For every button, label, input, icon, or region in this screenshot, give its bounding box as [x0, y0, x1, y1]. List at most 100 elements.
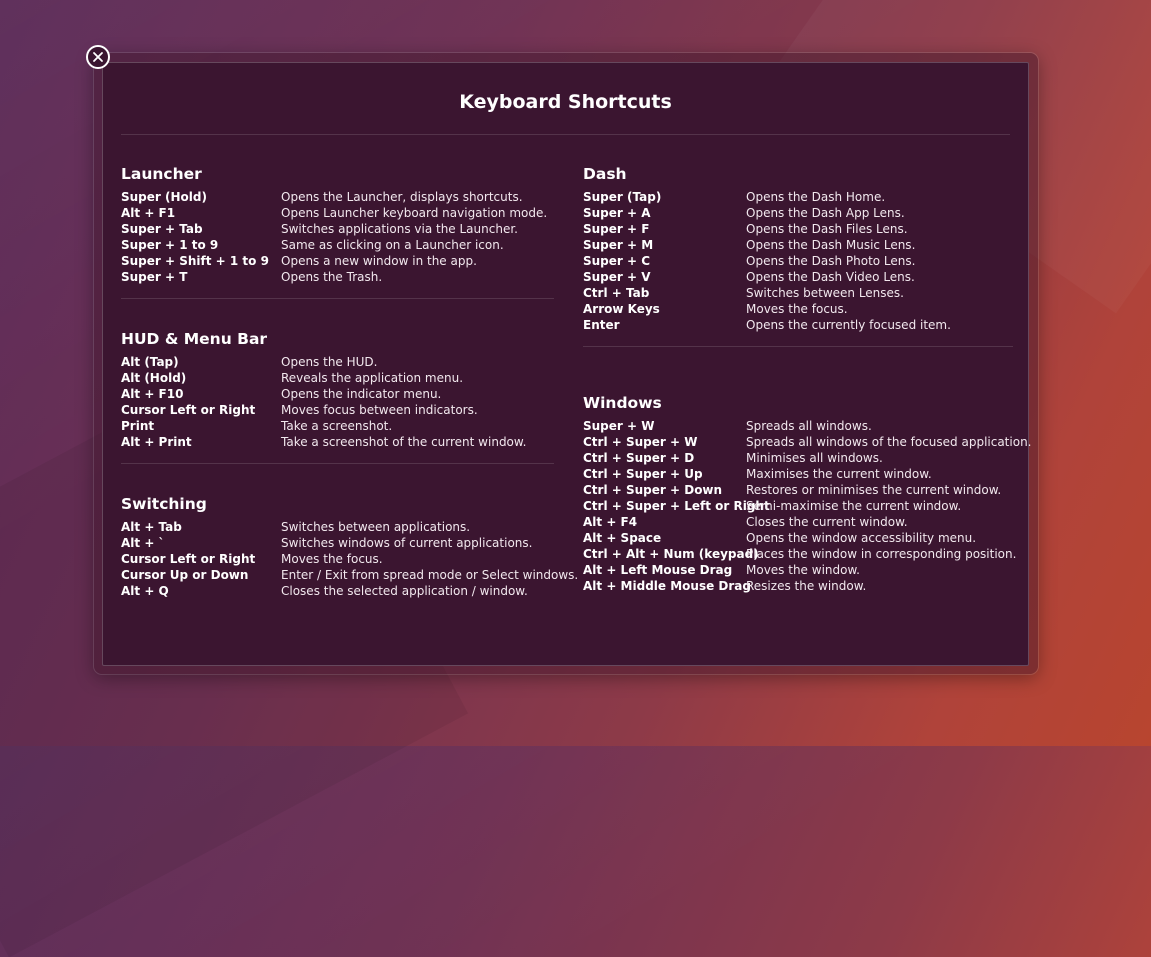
shortcut-row: Alt + Middle Mouse Drag Resizes the windo… — [583, 578, 1013, 594]
shortcut-desc: Resizes the window. — [746, 579, 867, 593]
shortcut-row: Cursor Up or Down Enter / Exit from sprea… — [121, 567, 578, 583]
shortcut-row: Super + M Opens the Dash Music Lens. — [583, 237, 1013, 253]
shortcut-row: Super + F Opens the Dash Files Lens. — [583, 221, 1013, 237]
shortcut-desc: Opens the HUD. — [281, 355, 378, 369]
shortcut-row: Super + Tab Switches applications via the… — [121, 221, 554, 237]
shortcut-row: Alt + Tab Switches between applications. — [121, 519, 554, 535]
shortcut-row: Arrow Keys Moves the focus. — [583, 301, 1013, 317]
shortcut-desc: Restores or minimises the current window… — [746, 483, 1002, 497]
shortcut-desc: Opens the Dash Home. — [746, 190, 886, 204]
shortcut-key: Cursor Left or Right — [121, 552, 256, 566]
left-column: Launcher Super (Hold) Opens the Launcher,… — [121, 159, 578, 599]
shortcut-list: Super (Hold) Opens the Launcher, displays… — [121, 189, 554, 285]
shortcut-key: Ctrl + Super + D — [583, 451, 695, 465]
section-title: HUD & Menu Bar — [121, 330, 268, 348]
shortcut-row: Ctrl + Alt + Num (keypad) Places the wind… — [583, 546, 1017, 562]
shortcut-desc: Take a screenshot. — [281, 419, 393, 433]
shortcut-row: Super + Shift + 1 to 9 Opens a new window… — [121, 253, 554, 269]
shortcut-desc: Opens the Dash Files Lens. — [746, 222, 908, 236]
shortcut-key: Super + F — [583, 222, 650, 236]
shortcut-row: Cursor Left or Right Moves the focus. — [121, 551, 554, 567]
section-title: Switching — [121, 495, 207, 513]
shortcut-key: Alt (Tap) — [121, 355, 179, 369]
divider — [121, 463, 554, 464]
shortcut-key: Ctrl + Tab — [583, 286, 650, 300]
shortcut-key: Alt + Middle Mouse Drag — [583, 579, 751, 593]
shortcut-desc: Moves the window. — [746, 563, 860, 577]
shortcut-key: Super + Shift + 1 to 9 — [121, 254, 269, 268]
shortcut-row: Ctrl + Super + W Spreads all windows of t… — [583, 434, 1032, 450]
shortcut-desc: Opens Launcher keyboard navigation mode. — [281, 206, 548, 220]
shortcut-row: Super + V Opens the Dash Video Lens. — [583, 269, 1013, 285]
shortcut-desc: Opens the indicator menu. — [281, 387, 442, 401]
shortcut-key: Alt + Print — [121, 435, 192, 449]
shortcut-row: Print Take a screenshot. — [121, 418, 554, 434]
shortcut-row: Super + W Spreads all windows. — [583, 418, 1013, 434]
shortcut-row: Alt (Tap) Opens the HUD. — [121, 354, 554, 370]
shortcut-list: Super (Tap) Opens the Dash Home. Super + … — [583, 189, 1013, 333]
section-windows: Windows Super + W Spreads all windows. Ct… — [583, 388, 1032, 594]
section-title: Launcher — [121, 165, 202, 183]
shortcut-key: Ctrl + Super + Left or Right — [583, 499, 770, 513]
shortcut-desc: Closes the current window. — [746, 515, 908, 529]
shortcut-key: Super + C — [583, 254, 651, 268]
shortcut-desc: Same as clicking on a Launcher icon. — [281, 238, 504, 252]
section-dash: Dash Super (Tap) Opens the Dash Home. Sup… — [583, 159, 1013, 333]
shortcut-key: Super + V — [583, 270, 651, 284]
shortcut-key: Super (Hold) — [121, 190, 207, 204]
section-switching: Switching Alt + Tab Switches between appl… — [121, 489, 578, 599]
shortcut-desc: Spreads all windows of the focused appli… — [746, 435, 1032, 449]
shortcut-row: Ctrl + Super + Up Maximises the current w… — [583, 466, 1013, 482]
shortcut-desc: Switches between Lenses. — [746, 286, 904, 300]
shortcut-desc: Opens the Dash Photo Lens. — [746, 254, 916, 268]
close-icon — [92, 51, 104, 63]
shortcut-key: Alt + ` — [121, 536, 165, 550]
shortcut-row: Super + T Opens the Trash. — [121, 269, 554, 285]
shortcut-desc: Opens the Launcher, displays shortcuts. — [281, 190, 523, 204]
shortcut-row: Alt (Hold) Reveals the application menu. — [121, 370, 554, 386]
shortcut-key: Alt (Hold) — [121, 371, 187, 385]
shortcut-desc: Moves focus between indicators. — [281, 403, 478, 417]
shortcut-desc: Opens the Dash App Lens. — [746, 206, 905, 220]
shortcut-key: Print — [121, 419, 155, 433]
shortcut-row: Ctrl + Super + Left or Right Semi-maximis… — [583, 498, 1013, 514]
shortcut-key: Cursor Up or Down — [121, 568, 249, 582]
close-button[interactable] — [86, 45, 110, 69]
divider — [121, 298, 554, 299]
shortcut-row: Super + C Opens the Dash Photo Lens. — [583, 253, 1013, 269]
shortcut-list: Alt (Tap) Opens the HUD. Alt (Hold) Reveal… — [121, 354, 554, 450]
shortcut-desc: Opens the window accessibility menu. — [746, 531, 977, 545]
section-title: Windows — [583, 394, 662, 412]
shortcut-desc: Opens the Dash Video Lens. — [746, 270, 915, 284]
shortcut-key: Ctrl + Super + W — [583, 435, 698, 449]
shortcut-row: Alt + Left Mouse Drag Moves the window. — [583, 562, 1013, 578]
shortcut-row: Enter Opens the currently focused item. — [583, 317, 1013, 333]
shortcut-desc: Places the window in corresponding posit… — [746, 547, 1017, 561]
shortcut-key: Cursor Left or Right — [121, 403, 256, 417]
shortcut-key: Alt + Left Mouse Drag — [583, 563, 733, 577]
shortcut-desc: Opens the Dash Music Lens. — [746, 238, 916, 252]
shortcut-key: Ctrl + Super + Down — [583, 483, 723, 497]
shortcut-key: Alt + F1 — [121, 206, 176, 220]
section-launcher: Launcher Super (Hold) Opens the Launcher,… — [121, 159, 554, 285]
shortcut-desc: Reveals the application menu. — [281, 371, 464, 385]
right-column: Dash Super (Tap) Opens the Dash Home. Sup… — [583, 159, 1032, 594]
shortcut-row: Super (Hold) Opens the Launcher, displays… — [121, 189, 554, 205]
shortcut-key: Alt + Q — [121, 584, 169, 598]
shortcut-row: Ctrl + Super + D Minimises all windows. — [583, 450, 1013, 466]
divider — [121, 134, 1010, 135]
shortcut-row: Super + A Opens the Dash App Lens. — [583, 205, 1013, 221]
shortcut-key: Super + M — [583, 238, 654, 252]
shortcut-desc: Closes the selected application / window… — [281, 584, 528, 598]
shortcut-desc: Maximises the current window. — [746, 467, 932, 481]
shortcut-desc: Opens the Trash. — [281, 270, 383, 284]
shortcut-key: Super + T — [121, 270, 188, 284]
shortcut-key: Alt + F10 — [121, 387, 184, 401]
shortcut-key: Super + W — [583, 419, 655, 433]
shortcut-key: Ctrl + Super + Up — [583, 467, 703, 481]
shortcut-key: Super + 1 to 9 — [121, 238, 219, 252]
shortcut-key: Super (Tap) — [583, 190, 662, 204]
shortcut-desc: Switches windows of current applications… — [281, 536, 533, 550]
shortcut-desc: Switches between applications. — [281, 520, 471, 534]
shortcut-row: Cursor Left or Right Moves focus between … — [121, 402, 554, 418]
